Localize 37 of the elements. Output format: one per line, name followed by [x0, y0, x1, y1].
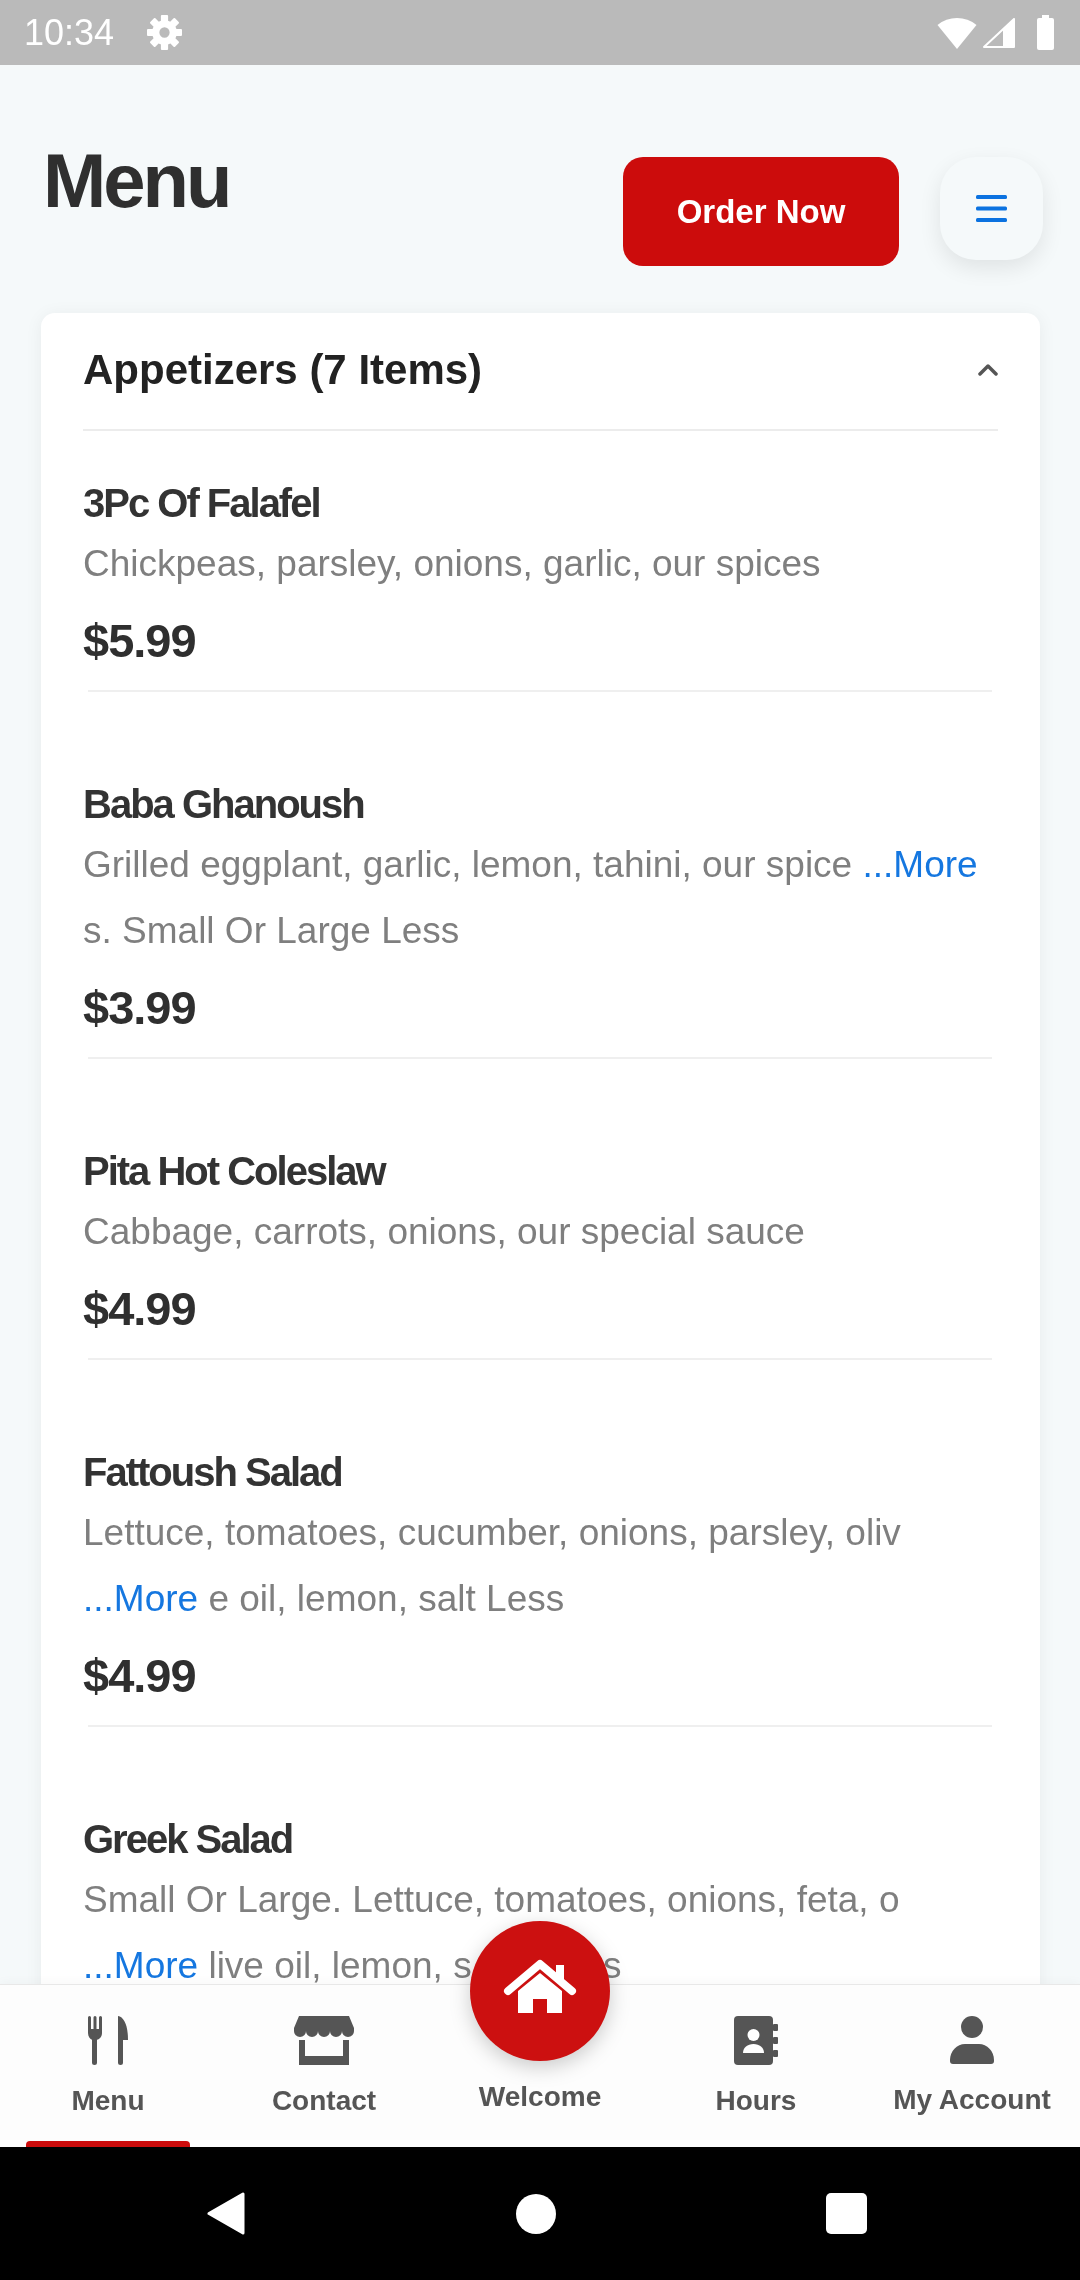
item-price: $3.99	[83, 980, 197, 1036]
section-title: Appetizers (7 Items)	[83, 345, 484, 395]
item-name: Baba Ghanoush	[83, 781, 365, 828]
wifi-icon	[937, 16, 977, 49]
item-description: Cabbage, carrots, onions, our special sauce	[83, 1210, 806, 1254]
item-price: $4.99	[83, 1281, 197, 1337]
item-name: Pita Hot Coleslaw	[83, 1148, 387, 1195]
store-icon	[294, 2016, 354, 2065]
order-button[interactable]: Order Now	[623, 157, 899, 266]
nav-tab[interactable]: My Account	[864, 1985, 1080, 2147]
nav-tab[interactable]: Hours	[648, 1985, 864, 2147]
menu-icon	[976, 195, 1007, 222]
fork-knife-icon	[88, 2016, 128, 2065]
contact-book-icon	[734, 2016, 778, 2065]
home-icon[interactable]	[516, 2193, 556, 2234]
item-description: Chickpeas, parsley, onions, garlic, our spices	[83, 542, 822, 586]
more-link[interactable]: ...More	[83, 1945, 199, 1984]
item-name: 3Pc Of Falafel	[83, 480, 321, 527]
menu-button[interactable]	[940, 157, 1043, 260]
item-description: Grilled eggplant, garlic, lemon, tahini, our spice ...More s. Small Or Large Less	[83, 843, 979, 953]
nav-tab[interactable]: Menu	[0, 1985, 216, 2147]
person-icon	[950, 2016, 994, 2064]
item-description: Lettuce, tomatoes, cucumber, onions, parsley, oliv ...More e oil, lemon, salt Less	[83, 1511, 902, 1621]
item-price: $5.99	[83, 613, 197, 669]
signal-icon	[983, 17, 1015, 48]
item-name: Fattoush Salad	[83, 1449, 343, 1496]
item-price: $4.99	[83, 1648, 197, 1704]
more-link[interactable]: ...More	[862, 844, 978, 885]
more-link[interactable]: ...More	[83, 1578, 199, 1619]
chevron-up-icon[interactable]	[978, 364, 998, 376]
battery-icon	[1037, 15, 1054, 50]
gear-icon	[147, 15, 183, 50]
nav-tab[interactable]: Contact	[216, 1985, 432, 2147]
back-icon[interactable]	[207, 2192, 245, 2235]
item-name: Greek Salad	[83, 1816, 294, 1863]
page-title: Menu	[43, 137, 231, 225]
status-time: 10:34	[24, 10, 115, 55]
